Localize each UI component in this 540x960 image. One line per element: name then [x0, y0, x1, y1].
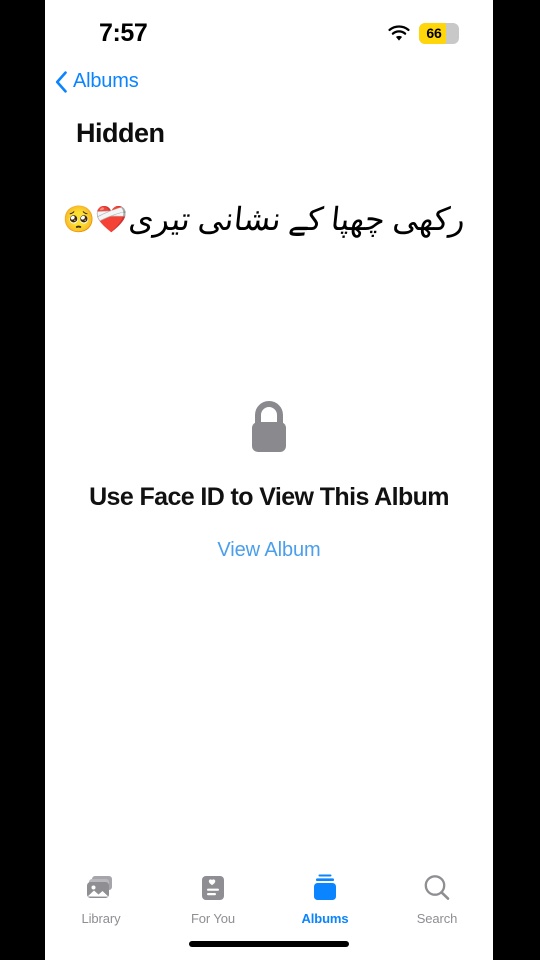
photo-stack-icon [85, 872, 117, 904]
status-bar-indicators: 66 [388, 22, 459, 44]
tab-for-you[interactable]: For You [157, 872, 269, 926]
status-bar-time: 7:57 [99, 18, 148, 47]
letterbox-frame: 7:57 66 Albums Hidden رکھی چھپا کے نشانی… [0, 0, 540, 960]
tab-search-label: Search [416, 911, 458, 926]
for-you-card-icon [197, 872, 229, 904]
tab-search[interactable]: Search [381, 872, 493, 926]
back-button-label: Albums [73, 70, 139, 92]
tab-albums-label: Albums [301, 911, 349, 926]
tab-library-label: Library [81, 911, 121, 926]
caption-emoji: ❤️‍🩹🥺 [62, 204, 128, 235]
view-album-link[interactable]: View Album [217, 539, 320, 562]
tab-albums[interactable]: Albums [269, 872, 381, 926]
locked-album-block: Use Face ID to View This Album View Albu… [45, 398, 493, 562]
chevron-left-icon [55, 70, 68, 93]
battery-indicator: 66 [419, 22, 459, 44]
page-title: Hidden [76, 118, 165, 148]
back-button-albums[interactable]: Albums [55, 70, 139, 93]
magnifier-icon [421, 872, 453, 904]
home-indicator[interactable] [189, 941, 349, 947]
tab-library[interactable]: Library [45, 872, 157, 926]
phone-screen: 7:57 66 Albums Hidden رکھی چھپا کے نشانی… [45, 0, 493, 960]
locked-album-title: Use Face ID to View This Album [89, 483, 449, 511]
urdu-caption: رکھی چھپا کے نشانی تیری ❤️‍🩹🥺 [45, 196, 493, 242]
wifi-icon [388, 24, 410, 42]
battery-percent-label: 66 [426, 25, 442, 41]
albums-stack-icon [309, 872, 341, 904]
urdu-caption-text: رکھی چھپا کے نشانی تیری [127, 201, 468, 237]
tab-for-you-label: For You [190, 911, 236, 926]
status-bar: 7:57 66 [45, 0, 493, 62]
lock-closed-icon [244, 398, 294, 456]
